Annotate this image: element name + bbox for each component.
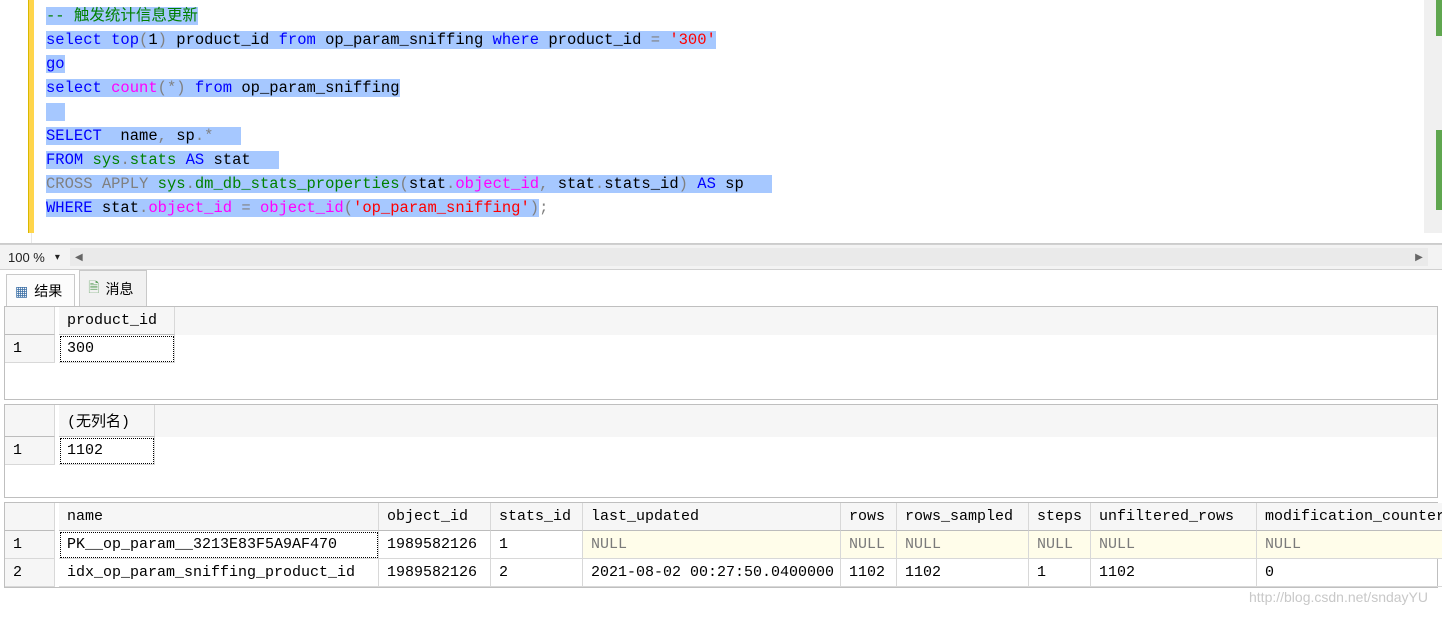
column-header[interactable]: unfiltered_rows [1091,503,1257,531]
cell[interactable]: 1 [1029,559,1091,587]
zoom-dropdown-icon[interactable]: ▾ [51,252,64,263]
cell[interactable]: 1102 [59,437,155,465]
column-header[interactable]: rows [841,503,897,531]
cell[interactable]: 1989582126 [379,559,491,587]
cell[interactable]: 1989582126 [379,531,491,559]
scroll-right-icon[interactable]: ▶ [1410,248,1428,266]
cell[interactable]: NULL [897,531,1029,559]
row-number[interactable]: 1 [5,531,55,559]
tab-results[interactable]: ▦ 结果 [6,274,75,306]
scroll-left-icon[interactable]: ◀ [70,248,88,266]
editor-vertical-scrollbar[interactable] [1424,0,1442,233]
cell[interactable]: NULL [583,531,841,559]
cell[interactable]: idx_op_param_sniffing_product_id [59,559,379,587]
tab-label: 消息 [106,279,134,299]
zoom-level[interactable]: 100 % [2,250,51,265]
vscroll-marker [1436,0,1442,36]
result-grid-3[interactable]: nameobject_idstats_idlast_updatedrowsrow… [4,502,1438,588]
editor-horizontal-scrollbar[interactable]: ◀ ▶ [70,248,1428,266]
tab-messages[interactable]: 🗎 消息 [79,270,146,306]
cell[interactable]: NULL [1029,531,1091,559]
watermark: http://blog.csdn.net/sndayYU [1249,589,1428,605]
code-area[interactable]: -- 触发统计信息更新select top(1) product_id from… [32,0,1442,243]
column-header[interactable]: modification_counter [1257,503,1442,531]
row-number[interactable]: 1 [5,335,55,363]
column-header[interactable]: product_id [59,307,175,335]
editor-gutter [0,0,32,243]
column-header[interactable]: rows_sampled [897,503,1029,531]
column-header[interactable]: last_updated [583,503,841,531]
column-header[interactable]: stats_id [491,503,583,531]
row-number[interactable]: 1 [5,437,55,465]
column-header[interactable]: steps [1029,503,1091,531]
cell[interactable]: 2021-08-02 00:27:50.0400000 [583,559,841,587]
cell[interactable]: 1102 [897,559,1029,587]
result-grid-2[interactable]: (无列名)11102 [4,404,1438,498]
column-header[interactable]: object_id [379,503,491,531]
column-header[interactable]: (无列名) [59,405,155,437]
tab-label: 结果 [34,281,62,301]
results-tab-bar: ▦ 结果 🗎 消息 [0,270,1442,306]
result-grid-1[interactable]: product_id1300 [4,306,1438,400]
vscroll-marker [1436,130,1442,210]
cell[interactable]: 300 [59,335,175,363]
cell[interactable]: 1 [491,531,583,559]
cell[interactable]: NULL [841,531,897,559]
cell[interactable]: NULL [1257,531,1442,559]
cell[interactable]: NULL [1091,531,1257,559]
message-icon: 🗎 [88,277,99,301]
cell[interactable]: 1102 [1091,559,1257,587]
zoom-bar: 100 % ▾ ◀ ▶ [0,244,1442,270]
sql-editor-pane[interactable]: -- 触发统计信息更新select top(1) product_id from… [0,0,1442,244]
row-number[interactable]: 2 [5,559,55,587]
cell[interactable]: 1102 [841,559,897,587]
cell[interactable]: 2 [491,559,583,587]
grid-icon: ▦ [15,283,28,300]
column-header[interactable]: name [59,503,379,531]
cell[interactable]: 0 [1257,559,1442,587]
cell[interactable]: PK__op_param__3213E83F5A9AF470 [59,531,379,559]
